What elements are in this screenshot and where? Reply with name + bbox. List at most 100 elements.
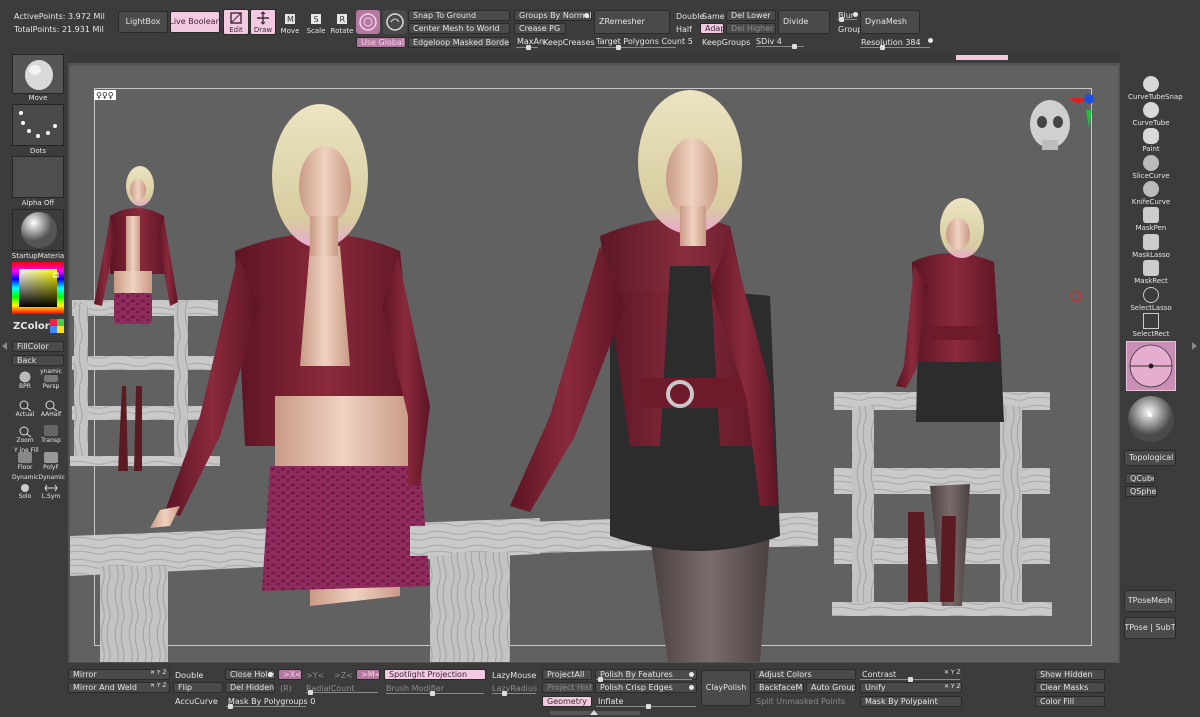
flip-button[interactable]: Flip <box>173 682 223 693</box>
material-preview[interactable] <box>1126 394 1176 444</box>
brush-maskpen[interactable]: MaskPen <box>1128 207 1174 232</box>
zremesher-button[interactable]: ZRemesher <box>594 10 670 34</box>
brush-slicecurve[interactable]: SliceCurve <box>1128 155 1174 180</box>
tpose-subt-button[interactable]: TPose | SubT <box>1124 617 1176 639</box>
divide-button[interactable]: Divide <box>778 10 830 34</box>
sdiv-slider[interactable] <box>756 44 804 49</box>
contrast-xyz[interactable]: ✕ Y Z <box>944 669 961 676</box>
brush-selectrect[interactable]: SelectRect <box>1128 313 1174 338</box>
up-arrow-icon[interactable] <box>590 710 598 715</box>
tpose-mesh-button[interactable]: TPoseMesh <box>1124 590 1176 612</box>
qcube-button[interactable]: QCube <box>1125 473 1155 484</box>
polish-crisp-edges-button[interactable]: Polish Crisp Edges <box>595 682 697 693</box>
aahalf-button[interactable]: AAHalf <box>39 396 63 418</box>
del-lower-button[interactable]: Del Lower <box>726 10 776 21</box>
adapt-button[interactable]: Adapt <box>700 23 724 34</box>
navigation-gizmo[interactable] <box>1030 94 1094 150</box>
keep-groups-label[interactable]: KeepGroups <box>702 38 750 47</box>
persp-button[interactable]: ynamic Persp <box>39 368 63 390</box>
resolution-slider[interactable] <box>860 45 930 50</box>
alpha-tile[interactable] <box>12 156 64 198</box>
brush-curvetube[interactable]: CurveTube <box>1128 102 1174 127</box>
move-brush-tile[interactable] <box>12 54 64 94</box>
edgeloop-masked-button[interactable]: Edgeloop Masked Border <box>408 37 510 48</box>
dynamesh-button[interactable]: DynaMesh <box>860 10 920 34</box>
transp-button[interactable]: Transp <box>39 422 63 444</box>
edit-tool[interactable]: Edit <box>223 9 249 35</box>
brush-maskrect[interactable]: MaskRect <box>1128 260 1174 285</box>
brush-paint[interactable]: Paint <box>1128 128 1174 153</box>
mirror-weld-xyz[interactable]: ✕ Y Z <box>150 682 167 689</box>
mask-by-polypaint-button[interactable]: Mask By Polypaint <box>860 696 962 707</box>
fillcolor-button[interactable]: FillColor <box>12 341 64 352</box>
bpr-button[interactable]: BPR <box>13 368 37 390</box>
x-axis-button[interactable]: >X< <box>278 669 302 680</box>
target-polygons-slider[interactable] <box>596 45 676 50</box>
color-fill-button[interactable]: Color Fill <box>1035 696 1105 707</box>
brush-knifecurve[interactable]: KnifeCurve <box>1128 181 1174 206</box>
mirror-xyz[interactable]: ✕ Y Z <box>150 669 167 676</box>
left-collapse-arrow[interactable] <box>2 342 7 350</box>
project-all-button[interactable]: ProjectAll <box>542 669 592 680</box>
gizmo-toggle[interactable] <box>356 10 380 34</box>
move-tool[interactable]: M Move <box>277 9 303 35</box>
clear-masks-button[interactable]: Clear Masks <box>1035 682 1105 693</box>
use-global-button[interactable]: Use Global <box>356 37 406 48</box>
half-label[interactable]: Half <box>676 25 692 34</box>
claypolish-button[interactable]: ClayPolish <box>701 670 751 706</box>
brush-masklasso[interactable]: MaskLasso <box>1128 234 1174 259</box>
polish-features-slider[interactable] <box>596 677 692 682</box>
document-canvas[interactable]: ♀♀♀ <box>70 66 1118 662</box>
material-tile[interactable] <box>12 209 64 251</box>
maxan-slider[interactable] <box>516 45 538 50</box>
geometry-button[interactable]: Geometry <box>542 696 592 707</box>
back-button[interactable]: Back <box>12 355 64 366</box>
zoom-button[interactable]: Zoom <box>13 422 37 444</box>
solo-button[interactable]: Solo <box>13 478 37 500</box>
dots-stroke-tile[interactable] <box>12 104 64 146</box>
palette-icon[interactable] <box>50 319 64 333</box>
adjust-colors-button[interactable]: Adjust Colors <box>754 669 856 680</box>
draw-tool[interactable]: Draw <box>250 9 276 35</box>
brush-selectlasso[interactable]: SelectLasso <box>1128 287 1174 312</box>
mask-by-polygroups-slider[interactable] <box>226 704 306 709</box>
color-picker[interactable] <box>12 262 64 314</box>
lazymouse-label[interactable]: LazyMouse <box>492 671 536 680</box>
show-hidden-button[interactable]: Show Hidden <box>1035 669 1105 680</box>
topological-button[interactable]: Topological <box>1124 450 1176 466</box>
rotate-tool[interactable]: R Rotate <box>329 9 355 35</box>
draw-size-preview[interactable] <box>1126 341 1176 391</box>
same-label[interactable]: Same <box>702 12 725 21</box>
contrast-slider[interactable] <box>860 677 960 682</box>
z-axis-button[interactable]: >Z< <box>334 671 353 680</box>
lightbox-button[interactable]: LightBox <box>118 11 168 33</box>
blur-slider[interactable] <box>837 17 857 22</box>
qsphere-button[interactable]: QSphere <box>1125 486 1157 497</box>
del-hidden-button[interactable]: Del Hidden <box>225 682 275 693</box>
right-collapse-arrow[interactable] <box>1192 342 1197 350</box>
live-boolean-button[interactable]: Live Boolean <box>170 11 220 33</box>
crease-pg-button[interactable]: Crease PG <box>514 23 566 34</box>
polyf-button[interactable]: PolyF <box>39 449 63 471</box>
split-unmasked-label[interactable]: Split Unmasked Points <box>756 697 845 706</box>
radial-count-slider[interactable] <box>306 690 378 695</box>
del-higher-button[interactable]: Del Higher <box>726 23 776 34</box>
spotlight-projection-button[interactable]: Spotlight Projection <box>384 669 486 680</box>
double-label[interactable]: Double <box>175 671 203 680</box>
scale-tool[interactable]: S Scale <box>303 9 329 35</box>
backface-mask-button[interactable]: BackfaceMask <box>754 682 804 693</box>
groups-by-normals-button[interactable]: Groups By Normals <box>514 10 592 21</box>
inflate-slider[interactable] <box>596 704 696 709</box>
center-mesh-button[interactable]: Center Mesh to World <box>408 23 510 34</box>
auto-groups-button[interactable]: Auto Groups <box>806 682 856 693</box>
snap-to-ground-button[interactable]: Snap To Ground <box>408 10 510 21</box>
brush-curvetubesnap[interactable]: CurveTubeSnap <box>1128 76 1183 101</box>
accucurve-label[interactable]: AccuCurve <box>175 697 218 706</box>
y-axis-button[interactable]: >Y< <box>306 671 324 680</box>
keep-creases-label[interactable]: KeepCreases <box>543 38 595 47</box>
lsym-button[interactable]: L.Sym <box>39 478 63 500</box>
m-axis-button[interactable]: >M< <box>356 669 380 680</box>
radial-r-label[interactable]: (R) <box>280 684 292 693</box>
solo-gizmo-toggle[interactable] <box>383 10 407 34</box>
brush-modifier-slider[interactable] <box>386 691 484 696</box>
